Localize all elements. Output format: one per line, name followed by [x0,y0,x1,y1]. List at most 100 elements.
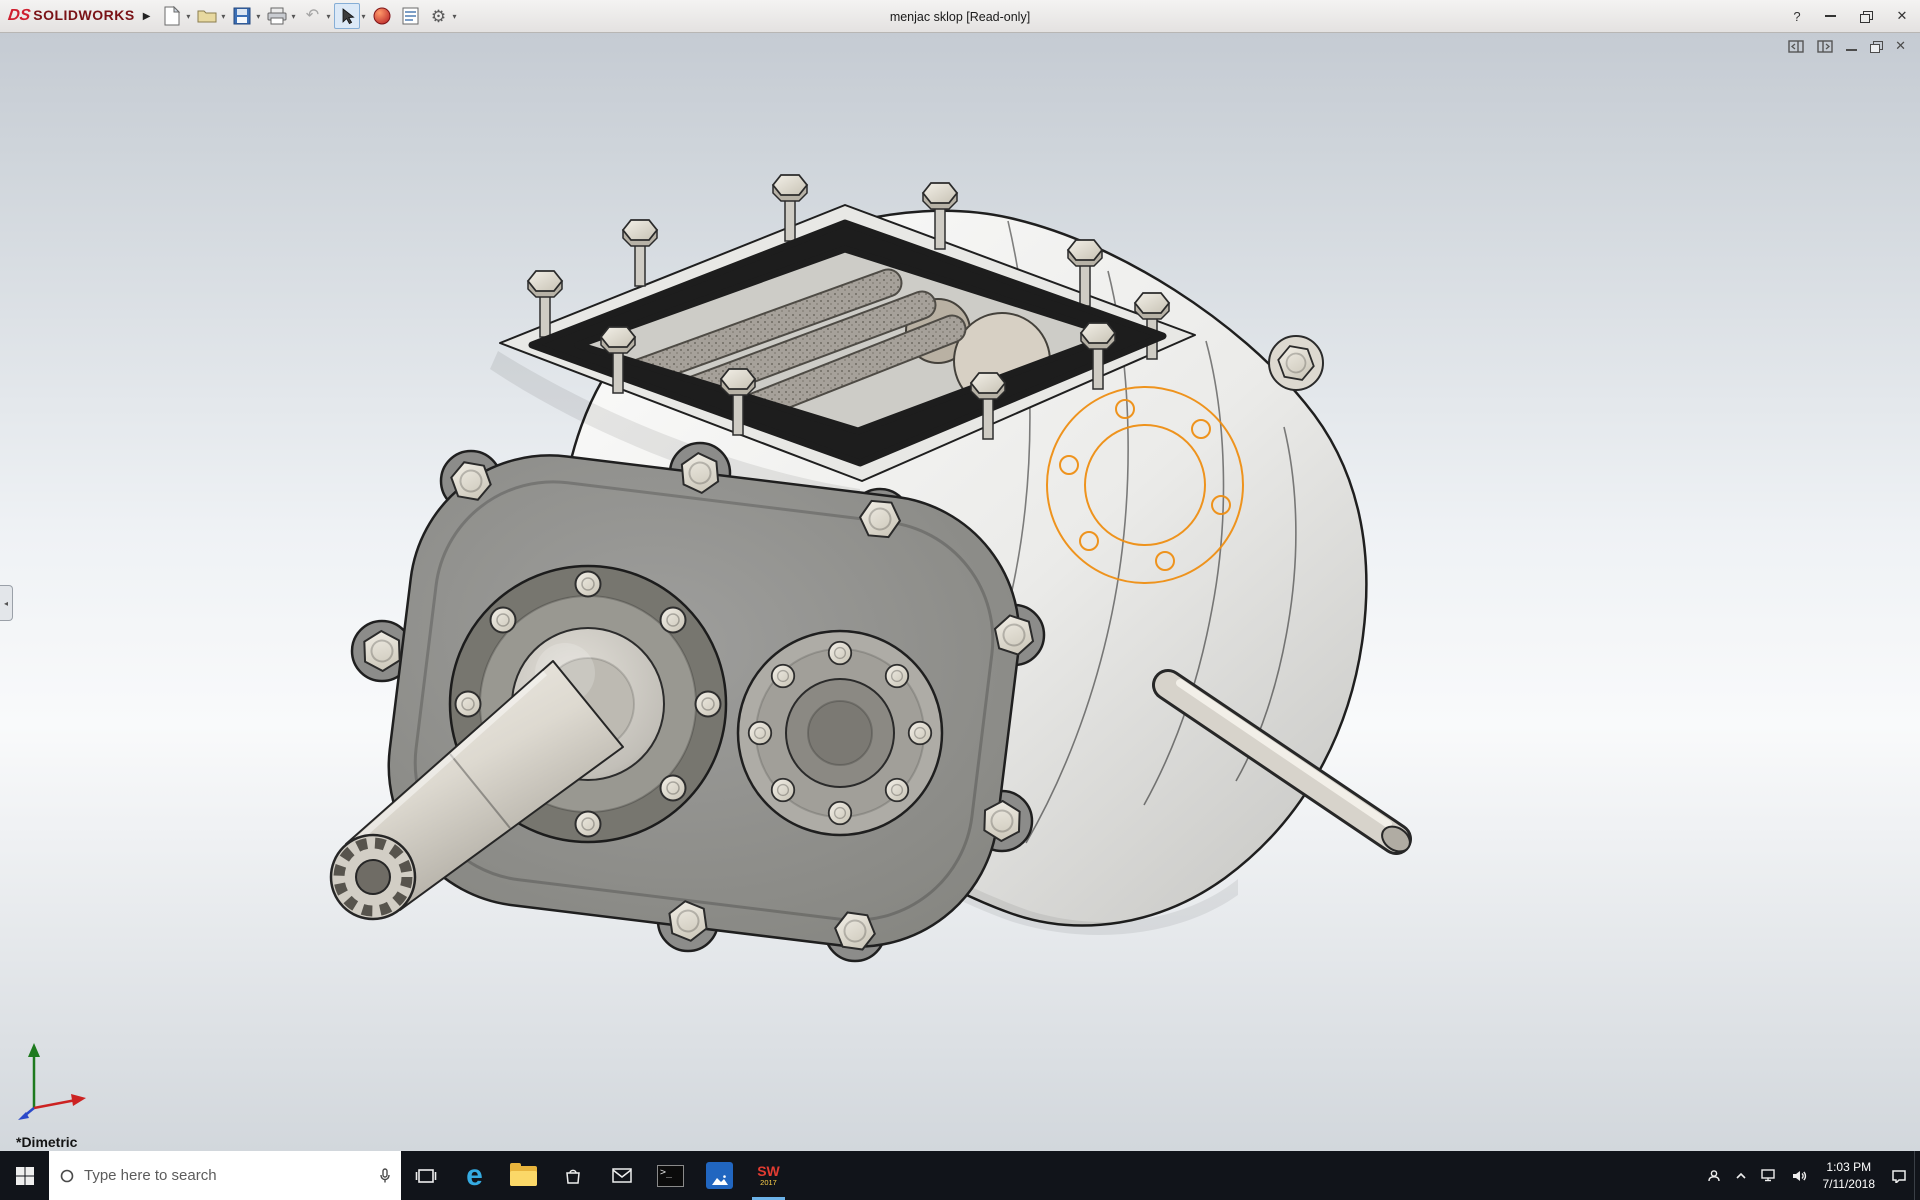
mail-button[interactable] [597,1151,646,1200]
clock-time: 1:03 PM [1826,1160,1872,1175]
hex-plug[interactable] [1268,335,1324,391]
document-window-controls: ✕ [1788,38,1906,54]
clock-date: 7/11/2018 [1822,1176,1876,1191]
task-view-button[interactable] [401,1151,450,1200]
new-document-icon [164,6,181,26]
edge-icon: e [466,1158,483,1192]
undo-caret[interactable]: ▾ [326,12,330,21]
chevron-up-icon [1735,1172,1746,1179]
solidworks-logo: DS SOLIDWORKS [6,7,135,25]
doc-restore-button[interactable] [1870,38,1884,54]
prompt-glyph: >_ [660,1166,673,1178]
microphone-icon[interactable] [379,1167,391,1184]
people-icon [1707,1169,1720,1181]
dassault-logo-icon: DS [6,7,32,24]
gearbox-model-svg[interactable] [0,33,1920,1151]
appearances-button[interactable] [369,3,395,29]
display-settings-icon [402,7,419,25]
print-caret[interactable]: ▾ [291,12,295,21]
minimize-icon [1824,15,1836,17]
people-button[interactable] [1700,1151,1728,1200]
command-prompt-button[interactable]: >_ [646,1151,695,1200]
triad-axes-icon [18,1043,86,1120]
options-button[interactable]: ⚙ [425,3,451,29]
hidden-icons-button[interactable] [1728,1151,1754,1200]
file-explorer-button[interactable] [499,1151,548,1200]
action-center-button[interactable] [1884,1151,1914,1200]
network-button[interactable] [1754,1151,1784,1200]
titlebar: DS SOLIDWORKS ▶ ▾ ▾ ▾ ▾ ↶ ▾ ▾ ⚙ ▾ menjac… [0,0,1920,33]
photos-button[interactable] [695,1151,744,1200]
volume-button[interactable] [1784,1151,1814,1200]
doc-close-button[interactable]: ✕ [1895,38,1906,54]
solidworks-window: DS SOLIDWORKS ▶ ▾ ▾ ▾ ▾ ↶ ▾ ▾ ⚙ ▾ menjac… [0,0,1920,1200]
action-center-icon [1892,1169,1906,1183]
doc-minimize-icon [1846,49,1858,51]
save-floppy-icon [233,7,251,25]
new-caret[interactable]: ▾ [186,12,190,21]
taskbar-search[interactable] [49,1151,401,1200]
window-controls: ? ✕ [1782,0,1920,33]
save-button[interactable] [229,3,255,29]
select-cursor-icon [342,7,355,24]
undo-button[interactable]: ↶ [299,3,325,29]
close-icon: ✕ [1896,8,1908,23]
solidworks-2017-button[interactable]: SW 2017 [744,1151,793,1200]
doc-restore-icon [1870,40,1884,53]
restore-icon [1860,10,1873,23]
save-caret[interactable]: ▾ [256,12,260,21]
document-title: menjac sklop [Read-only] [889,9,1031,24]
new-document-button[interactable] [159,3,185,29]
file-explorer-icon [510,1162,537,1186]
options-caret[interactable]: ▾ [452,12,456,21]
minimize-button[interactable] [1812,0,1848,33]
collapse-arrow-icon: ◂ [3,598,8,608]
help-button[interactable]: ? [1782,0,1812,33]
task-view-icon [415,1168,436,1183]
open-folder-icon [197,10,217,23]
store-button[interactable] [548,1151,597,1200]
taskbar-clock[interactable]: 1:03 PM 7/11/2018 [1814,1151,1885,1200]
cortana-search-icon [60,1169,74,1182]
reference-triad [14,1036,94,1125]
mail-envelope-icon [611,1168,632,1183]
start-button[interactable] [0,1151,49,1200]
doc-close-icon: ✕ [1895,38,1906,53]
pane-left-icon [1788,39,1804,53]
show-desktop-button[interactable] [1914,1151,1920,1200]
photos-icon [706,1162,733,1189]
print-icon [267,7,287,25]
pane-toggle-left-button[interactable] [1788,38,1804,54]
windows-logo-icon [15,1166,34,1185]
search-input[interactable] [84,1167,370,1184]
print-button[interactable] [264,3,290,29]
store-bag-icon [565,1169,580,1184]
select-caret[interactable]: ▾ [361,12,365,21]
pane-right-icon [1817,39,1833,53]
open-document-button[interactable] [194,3,220,29]
options-gear-icon: ⚙ [430,6,447,26]
volume-icon [1792,1170,1806,1181]
appearances-sphere-icon [373,7,391,25]
system-tray: 1:03 PM 7/11/2018 [1700,1151,1920,1200]
side-cover[interactable] [736,629,944,837]
sw-label: SW [757,1163,780,1180]
doc-minimize-button[interactable] [1846,38,1858,54]
open-caret[interactable]: ▾ [221,12,225,21]
menu-flyout-arrow-icon[interactable]: ▶ [139,11,159,22]
network-icon [1760,1169,1775,1182]
close-button[interactable]: ✕ [1884,0,1920,33]
solidworks-2017-icon: SW 2017 [757,1164,780,1187]
view-orientation-label: *Dimetric [16,1134,78,1150]
solidworks-logo-text: SOLIDWORKS [33,7,135,23]
undo-icon: ↶ [305,7,320,24]
edge-button[interactable]: e [450,1151,499,1200]
display-settings-button[interactable] [397,3,423,29]
sw-year: 2017 [760,1178,777,1188]
windows-taskbar: e >_ [0,1151,1920,1200]
restore-button[interactable] [1848,0,1884,33]
model-viewport[interactable]: ✕ ◂ *Dimetric [0,33,1920,1151]
task-pane-tab[interactable]: ◂ [0,585,13,621]
pane-toggle-right-button[interactable] [1817,38,1833,54]
select-tool-button[interactable] [334,3,361,29]
